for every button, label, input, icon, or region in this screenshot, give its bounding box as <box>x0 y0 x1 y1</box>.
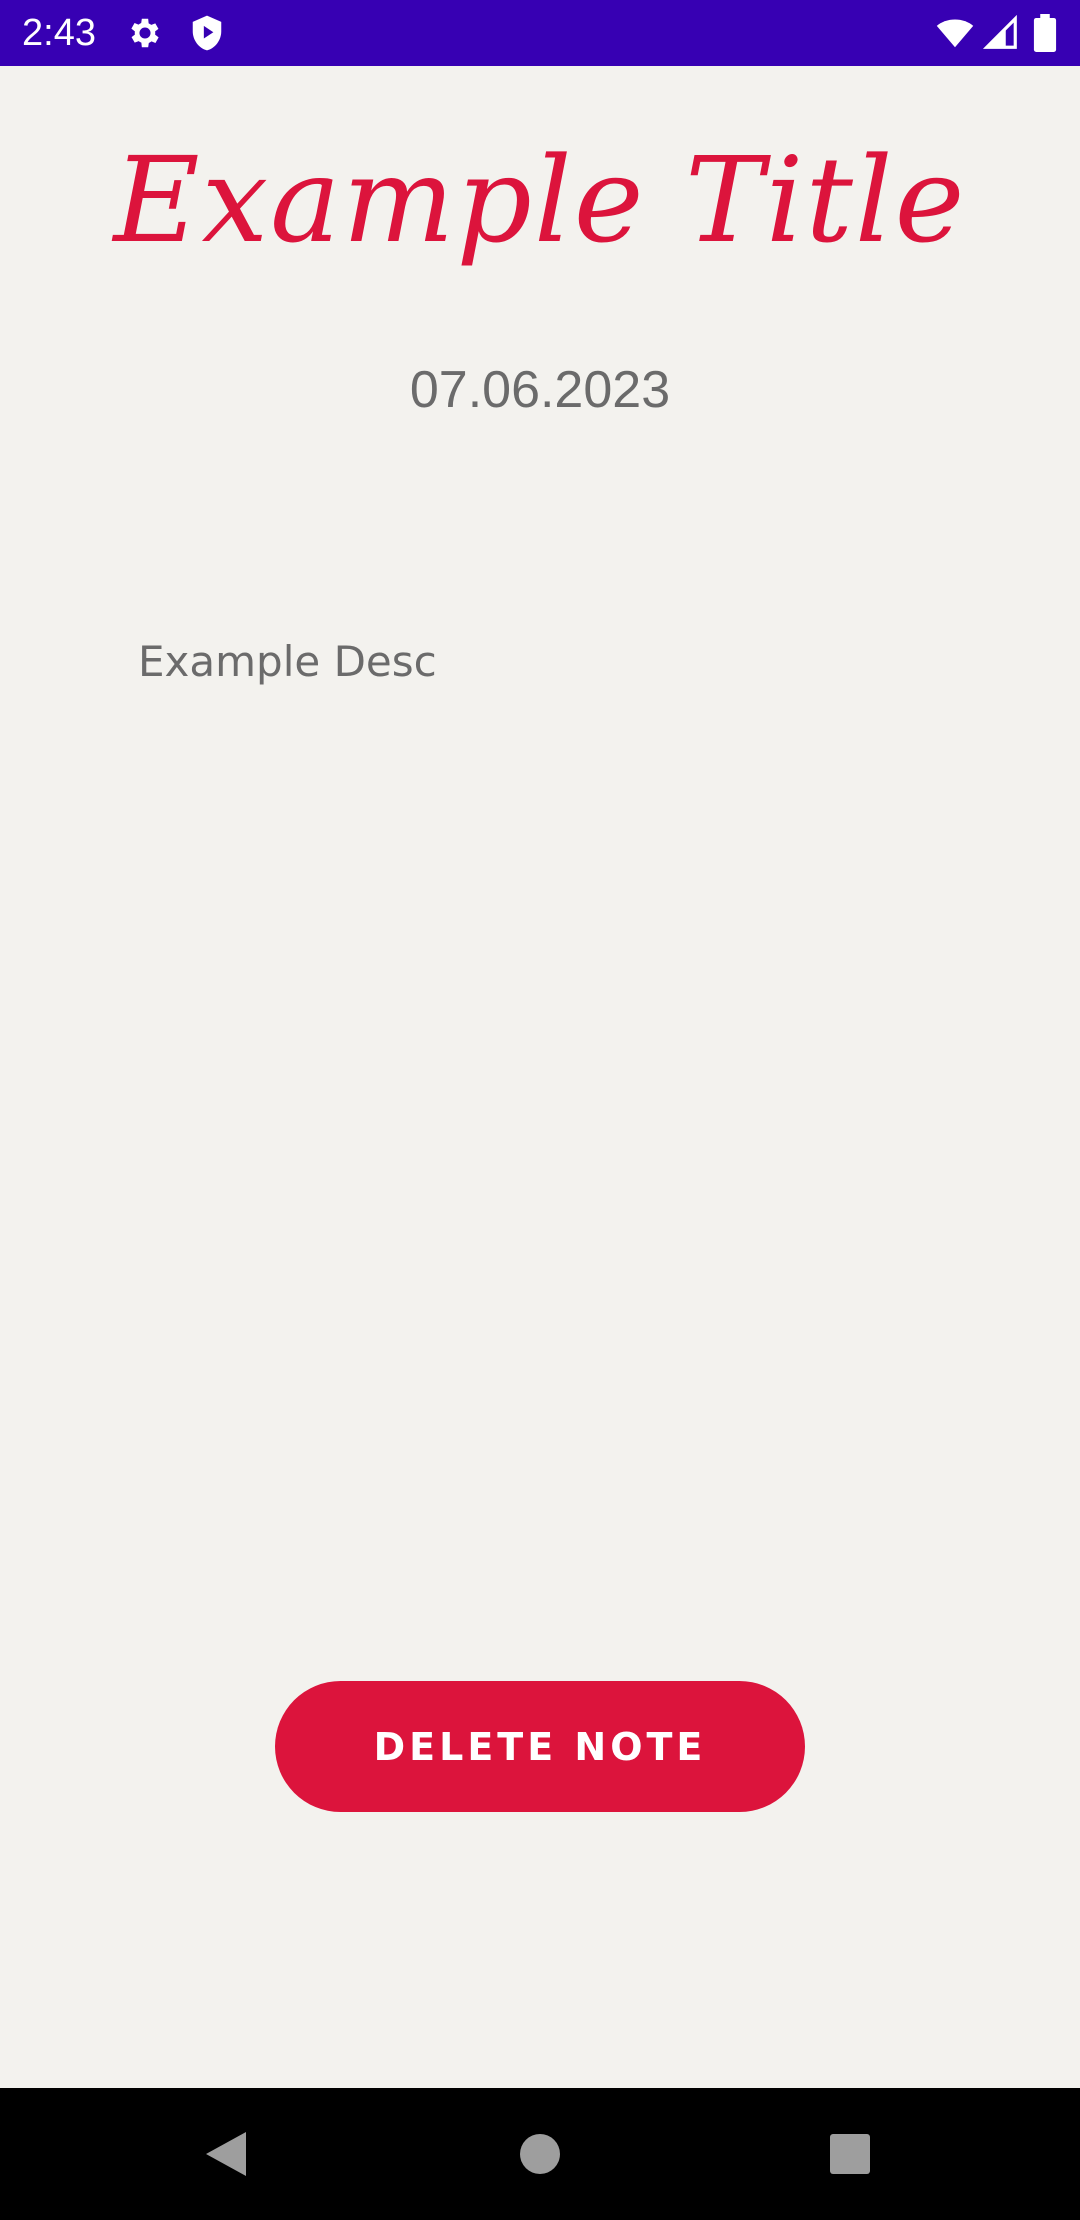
back-icon <box>206 2132 246 2176</box>
status-time: 2:43 <box>22 12 96 54</box>
note-detail-screen: 2:43 Example Title 07.06.2023 Example De… <box>0 0 1080 2220</box>
back-button[interactable] <box>180 2108 272 2200</box>
gear-icon <box>126 14 164 52</box>
status-bar: 2:43 <box>0 0 1080 66</box>
home-icon <box>520 2134 560 2174</box>
recents-icon <box>830 2134 870 2174</box>
wifi-icon <box>934 14 976 52</box>
note-description: Example Desc <box>138 637 437 686</box>
note-title: Example Title <box>113 131 967 269</box>
signal-icon <box>982 14 1020 52</box>
recents-button[interactable] <box>804 2108 896 2200</box>
delete-note-button[interactable]: DELETE NOTE <box>275 1681 805 1812</box>
navigation-bar <box>0 2088 1080 2220</box>
note-date: 07.06.2023 <box>409 361 671 419</box>
battery-icon <box>1032 14 1058 52</box>
home-button[interactable] <box>494 2108 586 2200</box>
shield-play-icon <box>188 14 226 52</box>
delete-note-label: DELETE NOTE <box>373 1724 707 1769</box>
